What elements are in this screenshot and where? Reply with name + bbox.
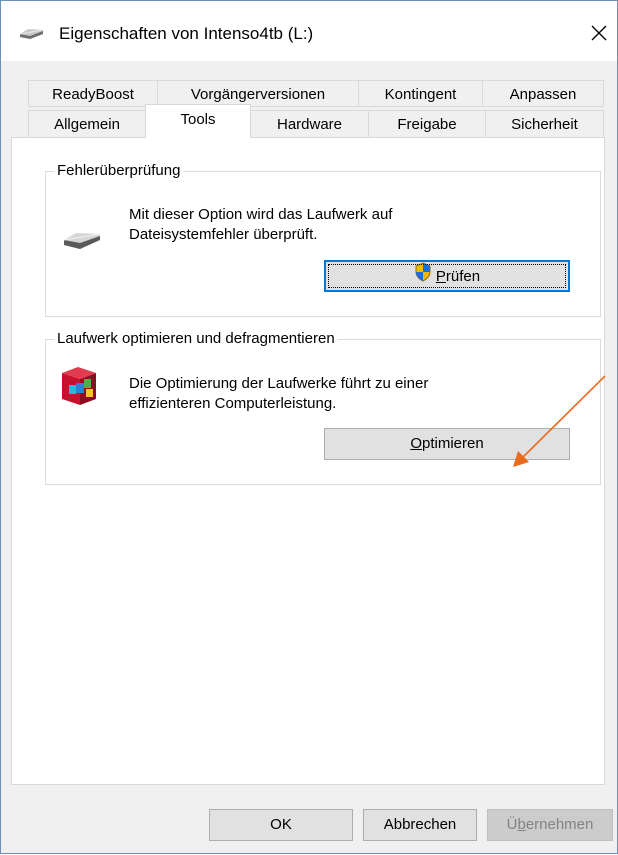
drive-icon <box>18 27 44 44</box>
tab-sicherheit[interactable]: Sicherheit <box>485 110 604 137</box>
tab-vorgaengerversionen[interactable]: Vorgängerversionen <box>157 80 359 107</box>
optimize-desc-line1: Die Optimierung der Laufwerke führt zu e… <box>129 375 429 392</box>
cancel-button[interactable]: Abbrechen <box>363 809 477 841</box>
error-check-desc-line2: Dateisystemfehler überprüft. <box>129 226 318 243</box>
tab-readyboost[interactable]: ReadyBoost <box>28 80 158 107</box>
apply-button-prefix: Ü <box>506 816 518 833</box>
tab-allgemein[interactable]: Allgemein <box>28 110 146 137</box>
hard-drive-icon <box>62 230 102 256</box>
error-check-desc-line1: Mit dieser Option wird das Laufwerk auf <box>129 206 393 223</box>
tab-kontingent[interactable]: Kontingent <box>358 80 483 107</box>
tab-tools[interactable]: Tools <box>145 104 251 138</box>
tab-anpassen[interactable]: Anpassen <box>482 80 604 107</box>
tab-freigabe[interactable]: Freigabe <box>368 110 486 137</box>
tab-content-tools: Fehlerüberprüfung Mit dieser Option wird… <box>11 137 605 785</box>
optimize-button-label: ptimieren <box>421 435 484 452</box>
optimize-button-accel: O <box>410 435 422 452</box>
title-bar[interactable]: Eigenschaften von Intenso4tb (L:) <box>1 1 617 61</box>
optimize-button[interactable]: Optimieren <box>324 428 570 460</box>
defrag-icon <box>60 365 100 411</box>
apply-button-accel: b <box>517 816 526 833</box>
apply-button-label: ernehmen <box>525 816 594 833</box>
optimize-desc-line2: effizienteren Computerleistung. <box>129 395 337 412</box>
close-icon <box>591 25 607 41</box>
properties-dialog: Eigenschaften von Intenso4tb (L:) ReadyB… <box>0 0 618 854</box>
apply-button[interactable]: Übernehmen <box>487 809 613 841</box>
check-button[interactable]: Prüfen <box>324 260 570 292</box>
error-check-group: Fehlerüberprüfung Mit dieser Option wird… <box>45 161 601 317</box>
error-check-title: Fehlerüberprüfung <box>54 161 184 181</box>
focus-rectangle <box>328 264 566 288</box>
window-title: Eigenschaften von Intenso4tb (L:) <box>59 24 314 43</box>
optimize-title: Laufwerk optimieren und defragmentieren <box>54 329 338 349</box>
tab-hardware[interactable]: Hardware <box>250 110 369 137</box>
optimize-group: Laufwerk optimieren und defragmentieren … <box>45 329 601 485</box>
close-button[interactable] <box>581 15 617 51</box>
ok-button[interactable]: OK <box>209 809 353 841</box>
